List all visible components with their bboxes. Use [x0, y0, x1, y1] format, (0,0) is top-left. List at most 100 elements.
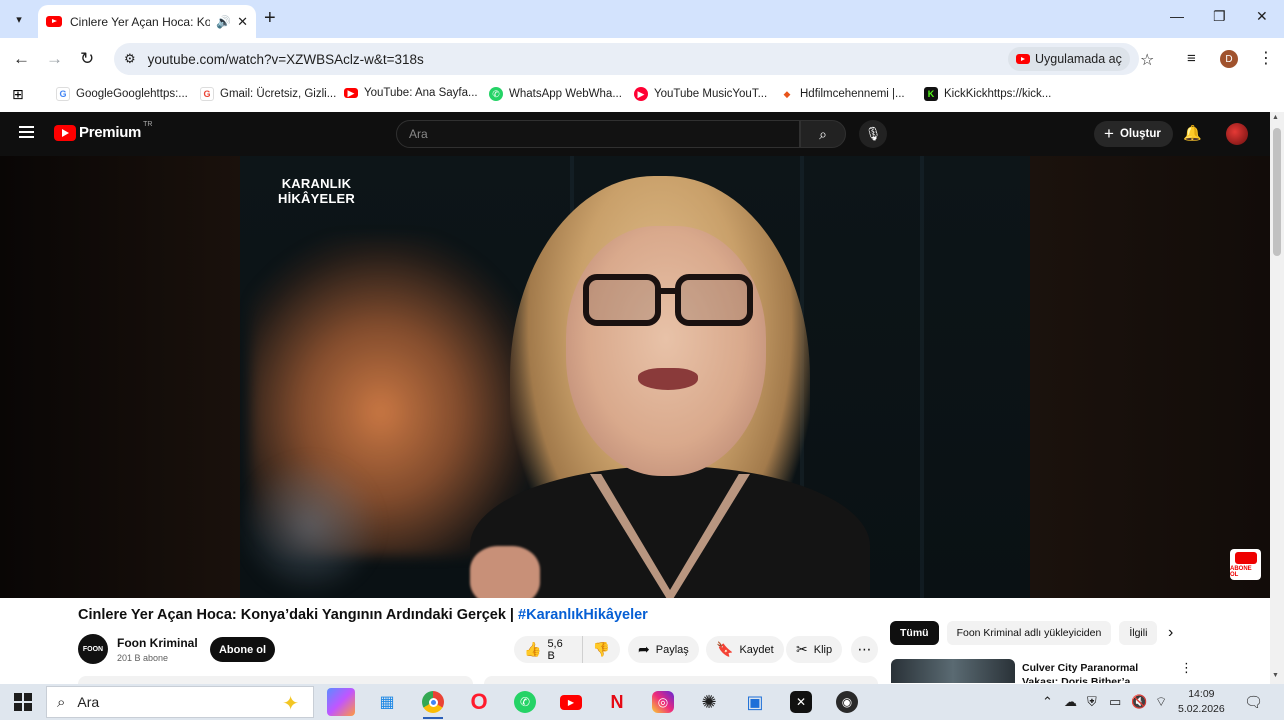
open-in-app-button[interactable]: Uygulamada aç — [1008, 47, 1130, 71]
logo-text: Premium — [79, 124, 142, 141]
presenter-mouth — [638, 368, 698, 390]
notifications-bell-icon[interactable]: 🔔 — [1183, 124, 1202, 142]
curtain-fold — [920, 156, 924, 598]
obs-icon[interactable]: ◉ — [833, 688, 861, 716]
recommended-video-thumbnail[interactable] — [891, 659, 1015, 683]
tab-strip: ▾ Cinlere Yer Açan Hoca: Konya 🔊 ✕ + — ❐… — [0, 0, 1284, 38]
system-clock[interactable]: 14:09 5.02.2026 — [1178, 687, 1225, 717]
apps-grid-icon[interactable]: ⊞ — [12, 86, 24, 103]
search-placeholder: Ara — [409, 127, 428, 141]
bookmark-kick[interactable]: K KickKickhttps://kick... — [924, 87, 1051, 101]
instagram-icon[interactable]: ◎ — [649, 688, 677, 716]
clock-time: 14:09 — [1188, 688, 1215, 700]
hamburger-menu-icon[interactable] — [19, 126, 34, 138]
battery-icon[interactable]: ▭ — [1109, 694, 1121, 710]
share-button[interactable]: ➦ Paylaş — [628, 636, 699, 663]
subscribe-button[interactable]: Abone ol — [210, 637, 275, 662]
search-button[interactable]: ⌕ — [800, 120, 846, 148]
forward-arrow-icon[interactable]: → — [46, 49, 63, 69]
profile-avatar[interactable]: D — [1220, 50, 1238, 68]
security-shield-icon[interactable]: ⛨ — [1087, 694, 1097, 710]
speaker-icon[interactable]: 🔊 — [216, 15, 231, 29]
new-tab-button[interactable]: + — [264, 8, 276, 28]
chrome-icon[interactable] — [419, 688, 447, 719]
media-controls-icon[interactable]: ≡ — [1187, 50, 1196, 67]
voice-search-button[interactable]: 🎙 — [859, 120, 887, 148]
window-close-button[interactable]: ✕ — [1256, 8, 1268, 25]
plus-icon: + — [1104, 124, 1114, 143]
copilot-icon[interactable] — [327, 688, 355, 716]
brand-line-1: KARANLIK — [281, 176, 352, 191]
opera-icon[interactable]: O — [465, 688, 493, 716]
browser-menu-icon[interactable]: ⋮ — [1258, 48, 1274, 68]
chip-all[interactable]: Tümü — [890, 621, 939, 645]
like-dislike-group: 👍 5,6 B 👎 — [514, 636, 620, 663]
like-button[interactable]: 👍 5,6 B — [514, 636, 583, 663]
netflix-icon[interactable]: N — [603, 688, 631, 716]
description-box[interactable] — [78, 676, 473, 684]
tray-chevron-up-icon[interactable]: ⌃ — [1042, 694, 1053, 710]
notification-center-icon[interactable]: 🗨 — [1244, 693, 1263, 711]
bookmark-star-icon[interactable]: ☆ — [1140, 50, 1154, 70]
store-icon[interactable]: ▣ — [741, 688, 769, 716]
maximize-button[interactable]: ❐ — [1213, 8, 1226, 25]
create-button[interactable]: + Oluştur — [1094, 121, 1173, 147]
bookmark-youtube-music[interactable]: ▶ YouTube MusicYouT... — [634, 87, 767, 101]
bookmark-hdfilm[interactable]: ◆ Hdfilmcehennemi |... — [780, 87, 905, 101]
capcut-icon[interactable]: ✕ — [787, 688, 815, 716]
back-arrow-icon[interactable]: ← — [13, 49, 30, 69]
chip-related[interactable]: İlgili — [1119, 621, 1158, 645]
save-button[interactable]: 🔖 Kaydet — [706, 636, 784, 663]
youtube-search-input[interactable]: Ara — [396, 120, 800, 148]
subscribe-watermark-badge[interactable]: ABONE OL — [1230, 549, 1261, 580]
more-actions-icon[interactable]: ⋯ — [851, 636, 878, 663]
clip-button[interactable]: ✂ Klip — [786, 636, 843, 663]
windows-start-icon[interactable] — [14, 693, 32, 711]
bookmark-youtube[interactable]: ▶ YouTube: Ana Sayfa... — [344, 87, 478, 99]
youtube-icon[interactable]: ▶ — [557, 688, 585, 716]
logo-region: TR — [143, 121, 153, 128]
chevron-right-icon[interactable]: › — [1168, 624, 1173, 642]
youtube-account-avatar[interactable] — [1226, 123, 1248, 145]
address-url[interactable]: youtube.com/watch?v=XZWBSAclz-w&t=318s — [148, 52, 424, 67]
recommended-video-menu-icon[interactable]: ⋮ — [1180, 660, 1193, 676]
youtube-masthead: Premium TR Ara ⌕ 🎙 + Oluştur 🔔 — [0, 112, 1270, 156]
tab-close-icon[interactable]: ✕ — [237, 14, 248, 30]
bookmark-label: Hdfilmcehennemi |... — [800, 88, 905, 100]
bookmark-google[interactable]: G GoogleGooglehttps:... — [56, 87, 188, 101]
scrollbar-thumb[interactable] — [1273, 128, 1281, 256]
channel-name[interactable]: Foon Kriminal — [117, 636, 198, 650]
channel-avatar[interactable]: FOON — [78, 634, 108, 664]
tab-search-chevron-icon[interactable]: ▾ — [8, 8, 30, 30]
youtube-favicon-icon — [46, 16, 62, 27]
video-title: Cinlere Yer Açan Hoca: Konya’daki Yangın… — [78, 607, 648, 623]
video-player[interactable]: KARANLIK HİKÂYELER ABONE OL — [0, 156, 1270, 598]
recommended-video-title[interactable]: Culver City Paranormal Vakası: Doris Bit… — [1022, 661, 1172, 683]
video-letterbox-left — [0, 156, 240, 598]
recommendation-chips: Tümü Foon Kriminal adlı yükleyiciden İlg… — [890, 621, 1165, 645]
bookmark-whatsapp[interactable]: ✆ WhatsApp WebWha... — [489, 87, 622, 101]
site-settings-icon[interactable]: ⚙ — [124, 51, 136, 67]
speaker-muted-icon[interactable]: 🔇 — [1131, 694, 1147, 710]
dislike-button[interactable]: 👎 — [583, 641, 620, 658]
minimize-button[interactable]: — — [1170, 8, 1184, 24]
whatsapp-icon[interactable]: ✆ — [511, 688, 539, 716]
youtube-premium-logo[interactable]: Premium TR — [54, 121, 153, 141]
presenter-hand — [470, 546, 540, 598]
wifi-icon[interactable]: ⌔ — [1155, 694, 1167, 710]
scroll-down-arrow-icon[interactable]: ▼ — [1272, 672, 1279, 679]
bookmark-label: Gmail: Ücretsiz, Gizli... — [220, 88, 337, 100]
comments-preview[interactable] — [484, 676, 878, 684]
onedrive-icon[interactable]: ☁ — [1064, 694, 1077, 710]
chatgpt-icon[interactable]: ✺ — [695, 688, 723, 716]
reload-icon[interactable]: ↻ — [80, 49, 94, 69]
youtube-icon — [1016, 54, 1030, 64]
chip-from-uploader[interactable]: Foon Kriminal adlı yükleyiciden — [946, 621, 1112, 645]
taskbar-search-box[interactable]: ⌕ Ara ✦ — [46, 686, 314, 718]
bookmark-gmail[interactable]: G Gmail: Ücretsiz, Gizli... — [200, 87, 336, 101]
address-bar[interactable]: ⚙ youtube.com/watch?v=XZWBSAclz-w&t=318s — [114, 43, 1139, 75]
browser-tab-youtube[interactable]: Cinlere Yer Açan Hoca: Konya 🔊 ✕ — [38, 5, 256, 38]
scroll-up-arrow-icon[interactable]: ▲ — [1272, 114, 1279, 121]
video-hashtag-link[interactable]: #KaranlıkHikâyeler — [518, 607, 648, 623]
file-explorer-icon[interactable]: ▦ — [373, 688, 401, 716]
